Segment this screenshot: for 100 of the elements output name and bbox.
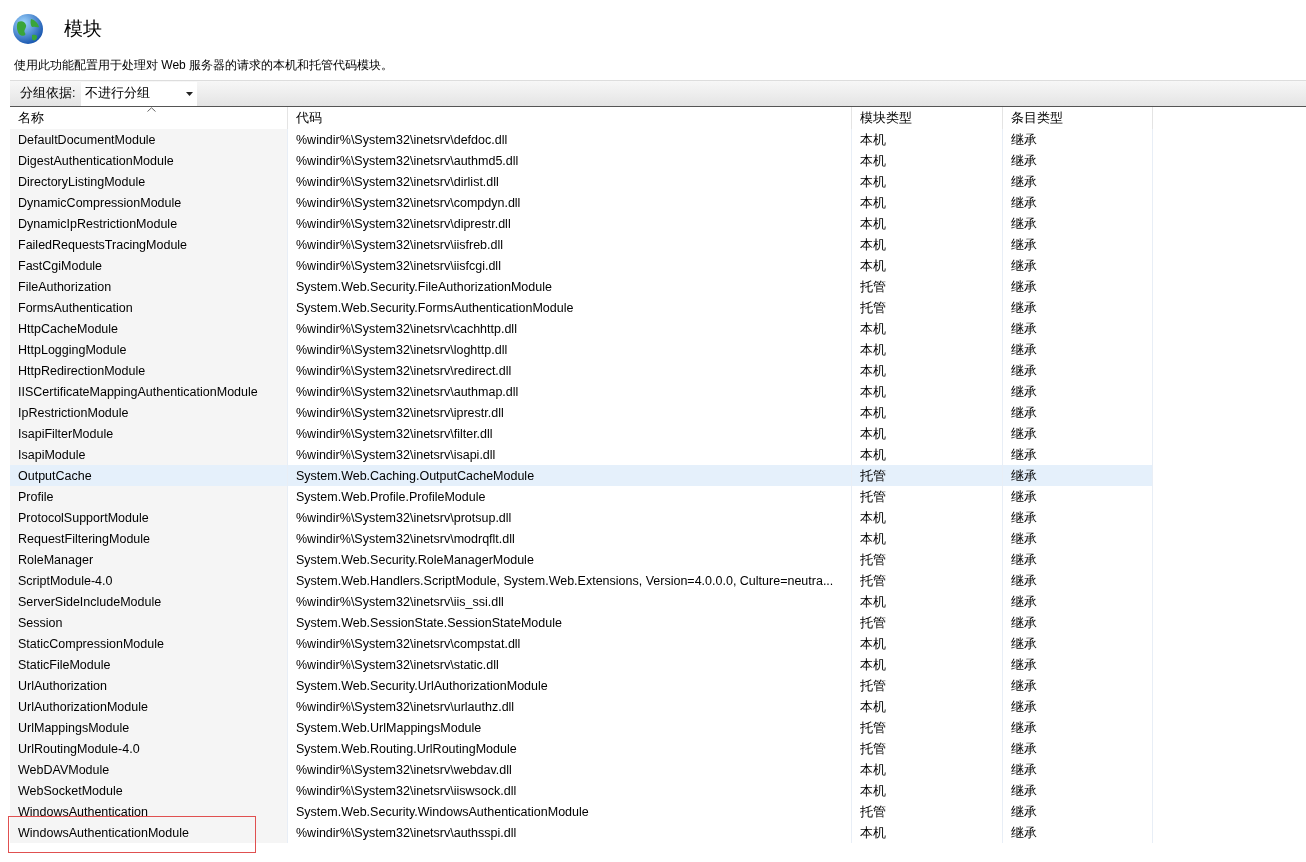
table-cell: 本机: [852, 171, 1003, 192]
table-cell: %windir%\System32\inetsrv\modrqflt.dll: [288, 528, 852, 549]
table-cell: ProtocolSupportModule: [10, 507, 288, 528]
table-cell: Session: [10, 612, 288, 633]
table-cell: HttpLoggingModule: [10, 339, 288, 360]
table-cell: 托管: [852, 549, 1003, 570]
table-cell: %windir%\System32\inetsrv\authmap.dll: [288, 381, 852, 402]
table-cell: 本机: [852, 381, 1003, 402]
table-cell: 本机: [852, 654, 1003, 675]
table-cell: UrlAuthorizationModule: [10, 696, 288, 717]
table-cell: DirectoryListingModule: [10, 171, 288, 192]
globe-icon: [12, 13, 44, 45]
table-cell: RoleManager: [10, 549, 288, 570]
table-cell: System.Web.Caching.OutputCacheModule: [288, 465, 852, 486]
table-cell: %windir%\System32\inetsrv\iiswsock.dll: [288, 780, 852, 801]
sort-ascending-icon: [147, 107, 156, 112]
table-cell: 继承: [1003, 150, 1153, 171]
table-cell: Profile: [10, 486, 288, 507]
table-cell: 托管: [852, 486, 1003, 507]
column-header[interactable]: 条目类型: [1003, 107, 1153, 129]
table-cell: System.Web.Profile.ProfileModule: [288, 486, 852, 507]
table-cell: %windir%\System32\inetsrv\iisfreb.dll: [288, 234, 852, 255]
table-cell: %windir%\System32\inetsrv\authsspi.dll: [288, 822, 852, 843]
table-cell: StaticCompressionModule: [10, 633, 288, 654]
table-cell: 本机: [852, 591, 1003, 612]
table-cell: 继承: [1003, 423, 1153, 444]
table-cell: 继承: [1003, 675, 1153, 696]
table-cell: %windir%\System32\inetsrv\diprestr.dll: [288, 213, 852, 234]
table-cell: %windir%\System32\inetsrv\dirlist.dll: [288, 171, 852, 192]
page-description: 使用此功能配置用于处理对 Web 服务器的请求的本机和托管代码模块。: [13, 57, 395, 74]
table-cell: %windir%\System32\inetsrv\redirect.dll: [288, 360, 852, 381]
table-cell: DynamicIpRestrictionModule: [10, 213, 288, 234]
table-cell: 本机: [852, 780, 1003, 801]
table-cell: 继承: [1003, 192, 1153, 213]
table-cell: %windir%\System32\inetsrv\loghttp.dll: [288, 339, 852, 360]
table-cell: 继承: [1003, 339, 1153, 360]
caret-icon: [186, 91, 194, 96]
table-cell: 继承: [1003, 696, 1153, 717]
table-cell: 本机: [852, 213, 1003, 234]
table-cell: 继承: [1003, 612, 1153, 633]
table-cell: %windir%\System32\inetsrv\webdav.dll: [288, 759, 852, 780]
table-cell: IISCertificateMappingAuthenticationModule: [10, 381, 288, 402]
table-cell: 继承: [1003, 465, 1153, 486]
table-cell: HttpCacheModule: [10, 318, 288, 339]
table-cell: System.Web.UrlMappingsModule: [288, 717, 852, 738]
group-by-dropdown[interactable]: 不进行分组: [81, 81, 198, 106]
table-cell: System.Web.Security.WindowsAuthenticationModule: [288, 801, 852, 822]
table-cell: DefaultDocumentModule: [10, 129, 288, 150]
table-cell: %windir%\System32\inetsrv\authmd5.dll: [288, 150, 852, 171]
table-cell: 本机: [852, 192, 1003, 213]
table-cell: 继承: [1003, 549, 1153, 570]
table-cell: 本机: [852, 423, 1003, 444]
table-cell: 本机: [852, 234, 1003, 255]
table-cell: 托管: [852, 570, 1003, 591]
table-cell: UrlAuthorization: [10, 675, 288, 696]
table-cell: 托管: [852, 297, 1003, 318]
table-cell: System.Web.Security.RoleManagerModule: [288, 549, 852, 570]
table-cell: 本机: [852, 402, 1003, 423]
table-cell: RequestFilteringModule: [10, 528, 288, 549]
column-header[interactable]: 模块类型: [852, 107, 1003, 129]
table-cell: 继承: [1003, 528, 1153, 549]
table-cell: 继承: [1003, 255, 1153, 276]
table-cell: System.Web.Security.FormsAuthenticationModule: [288, 297, 852, 318]
group-by-label: 分组依据:: [19, 85, 77, 103]
table-cell: 继承: [1003, 297, 1153, 318]
table-cell: 托管: [852, 675, 1003, 696]
table-cell: %windir%\System32\inetsrv\filter.dll: [288, 423, 852, 444]
table-cell: 本机: [852, 528, 1003, 549]
table-cell: 本机: [852, 360, 1003, 381]
table-cell: System.Web.Security.FileAuthorizationModule: [288, 276, 852, 297]
column-header[interactable]: 代码: [288, 107, 852, 129]
table-cell: DigestAuthenticationModule: [10, 150, 288, 171]
table-cell: WebDAVModule: [10, 759, 288, 780]
table-cell: 继承: [1003, 213, 1153, 234]
table-cell: 继承: [1003, 276, 1153, 297]
table-cell: System.Web.Routing.UrlRoutingModule: [288, 738, 852, 759]
table-cell: WindowsAuthentication: [10, 801, 288, 822]
table-cell: %windir%\System32\inetsrv\iprestr.dll: [288, 402, 852, 423]
table-cell: 继承: [1003, 759, 1153, 780]
table-cell: System.Web.Security.UrlAuthorizationModule: [288, 675, 852, 696]
table-cell: 本机: [852, 339, 1003, 360]
table-cell: System.Web.SessionState.SessionStateModule: [288, 612, 852, 633]
table-cell: %windir%\System32\inetsrv\urlauthz.dll: [288, 696, 852, 717]
table-cell: 继承: [1003, 507, 1153, 528]
table-cell: System.Web.Handlers.ScriptModule, System.Web.Extensions, Version=4.0.0.0, Culture=neutra...: [288, 570, 852, 591]
table-cell: 托管: [852, 612, 1003, 633]
table-cell: 继承: [1003, 318, 1153, 339]
table-cell: 继承: [1003, 171, 1153, 192]
table-cell: 继承: [1003, 717, 1153, 738]
table-cell: 本机: [852, 150, 1003, 171]
table-cell: 托管: [852, 801, 1003, 822]
table-cell: ScriptModule-4.0: [10, 570, 288, 591]
table-cell: 继承: [1003, 801, 1153, 822]
table-cell: 继承: [1003, 591, 1153, 612]
table-cell: %windir%\System32\inetsrv\iisfcgi.dll: [288, 255, 852, 276]
table-cell: 继承: [1003, 822, 1153, 843]
table-cell: FormsAuthentication: [10, 297, 288, 318]
table-cell: 继承: [1003, 738, 1153, 759]
table-cell: 本机: [852, 255, 1003, 276]
table-cell: 本机: [852, 696, 1003, 717]
